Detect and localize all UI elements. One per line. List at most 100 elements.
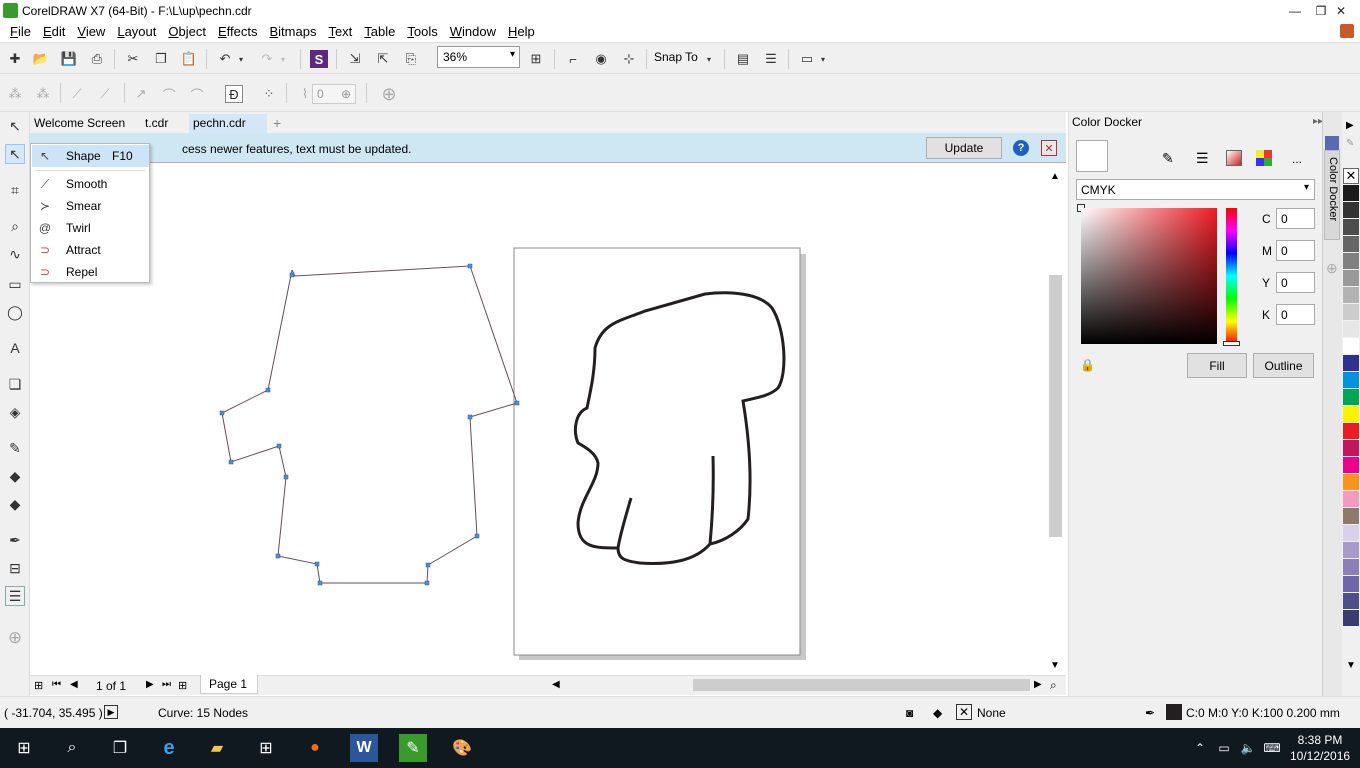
palette-swatch[interactable] — [1343, 508, 1359, 524]
previous-page-icon[interactable]: ◀ — [70, 679, 78, 690]
tab-pechn-cdr[interactable]: pechn.cdr — [189, 114, 267, 133]
scroll-right-icon[interactable]: ▶ — [1034, 679, 1042, 690]
menu-file[interactable]: File — [4, 22, 37, 42]
paint-icon[interactable]: 🎨 — [448, 734, 476, 762]
tab-t-cdr[interactable]: t.cdr — [141, 114, 172, 133]
palette-swatch[interactable] — [1343, 440, 1359, 456]
scroll-down-icon[interactable]: ▼ — [1050, 660, 1060, 671]
import-icon[interactable]: ⇲ — [346, 50, 364, 68]
scroll-left-icon[interactable]: ◀ — [552, 679, 560, 690]
to-curve-icon[interactable]: ⌒ — [160, 85, 178, 103]
add-page-before-icon[interactable]: ⊞ — [34, 679, 43, 692]
menu-tools[interactable]: Tools — [401, 22, 443, 42]
flyout-item-repel[interactable]: ⊃ Repel — [32, 261, 149, 283]
menu-help[interactable]: Help — [502, 22, 541, 42]
undo-dropdown-icon[interactable]: ▾ — [236, 50, 246, 68]
add-tool-icon[interactable]: ⊕ — [5, 628, 25, 648]
color-field[interactable] — [1081, 208, 1217, 344]
word-icon[interactable]: W — [350, 734, 378, 762]
paste-icon[interactable]: 📋 — [180, 50, 198, 68]
store-icon[interactable]: ⊞ — [252, 734, 280, 762]
palette-swatch[interactable] — [1343, 253, 1359, 269]
menu-view[interactable]: View — [71, 22, 111, 42]
selected-curve-outline[interactable] — [221, 265, 518, 584]
palette-swatch[interactable] — [1343, 321, 1359, 337]
join-nodes-icon[interactable]: ⟋ — [68, 85, 86, 103]
freehand-tool-icon[interactable]: ∿ — [5, 244, 25, 264]
next-page-icon[interactable]: ▶ — [146, 679, 154, 690]
to-line-icon[interactable]: ↗ — [132, 85, 150, 103]
no-color-swatch[interactable]: ✕ — [1343, 168, 1359, 184]
show-rulers-icon[interactable]: ⌐ — [564, 50, 582, 68]
shape-tool-icon[interactable]: ↖ — [5, 144, 25, 164]
page-tab[interactable]: Page 1 — [200, 675, 258, 694]
menu-bitmaps[interactable]: Bitmaps — [263, 22, 322, 42]
palette-swatch[interactable] — [1343, 457, 1359, 473]
ellipse-tool-icon[interactable]: ◯ — [5, 302, 25, 322]
menu-window[interactable]: Window — [444, 22, 502, 42]
fill-bucket-icon[interactable]: ◆ — [933, 706, 942, 720]
palette-swatch[interactable] — [1343, 219, 1359, 235]
palette-swatch[interactable] — [1343, 236, 1359, 252]
flyout-item-attract[interactable]: ⊃ Attract — [32, 239, 149, 261]
add-docker-icon[interactable]: ⊕ — [1326, 260, 1338, 277]
snap-to-button[interactable]: Snap To — [654, 50, 698, 64]
cut-icon[interactable]: ✂ — [124, 50, 142, 68]
palette-scroll-down-icon[interactable]: ▼ — [1346, 660, 1356, 671]
search-icon[interactable]: ⌕ — [58, 734, 86, 762]
palette-swatch[interactable] — [1343, 355, 1359, 371]
menu-table[interactable]: Table — [358, 22, 401, 42]
options-icon[interactable]: ☰ — [762, 50, 780, 68]
flyout-item-smooth[interactable]: ⟋ Smooth — [32, 173, 149, 195]
add-toolbar-icon[interactable]: ⊕ — [380, 84, 398, 104]
navigator-zoom-icon[interactable]: ⌕ — [1050, 678, 1057, 693]
open-icon[interactable]: 📂 — [32, 50, 50, 68]
palette-swatch[interactable] — [1343, 185, 1359, 201]
outline-pen-icon[interactable]: ✒ — [5, 530, 25, 550]
firefox-icon[interactable]: ● — [301, 734, 329, 762]
rectangle-tool-icon[interactable]: ▭ — [5, 274, 25, 294]
palette-swatch[interactable] — [1343, 593, 1359, 609]
help-icon[interactable]: ? — [1013, 140, 1029, 156]
curve-smoothness-field[interactable]: 0 ⊕ — [312, 84, 356, 104]
close-icon[interactable]: ✕ — [1041, 140, 1057, 156]
coreldraw-taskbar-icon[interactable]: ✎ — [399, 734, 427, 762]
palette-swatch[interactable] — [1343, 389, 1359, 405]
palette-swatch[interactable] — [1343, 423, 1359, 439]
palette-swatch[interactable] — [1343, 372, 1359, 388]
eyedropper-icon[interactable]: ✎ — [1162, 150, 1174, 167]
drop-shadow-tool-icon[interactable]: ❏ — [5, 374, 25, 394]
color-sliders-icon[interactable]: ☰ — [1196, 150, 1209, 167]
launcher-dropdown-icon[interactable]: ▾ — [818, 50, 828, 68]
palette-swatch[interactable] — [1343, 474, 1359, 490]
zoom-level-field[interactable]: 36% ▾ — [437, 46, 520, 68]
close-button[interactable]: ✕ — [1322, 0, 1360, 22]
tray-chevron-icon[interactable]: ⌃ — [1190, 734, 1210, 762]
horizontal-scroll-thumb[interactable] — [693, 679, 1030, 691]
export-icon[interactable]: ⇱ — [374, 50, 392, 68]
document-color-icon[interactable]: ◙ — [906, 706, 913, 720]
crop-tool-icon[interactable]: ⌗ — [5, 180, 25, 200]
palette-swatch[interactable] — [1343, 287, 1359, 303]
palette-swatch[interactable] — [1343, 491, 1359, 507]
fill-button[interactable]: Fill — [1187, 353, 1247, 378]
start-icon[interactable]: ⊞ — [10, 734, 38, 762]
channel-m-field[interactable]: 0 — [1276, 240, 1315, 261]
palette-swatch[interactable] — [1343, 304, 1359, 320]
palette-eyedropper-icon[interactable]: ✎ — [1346, 138, 1354, 149]
first-page-icon[interactable]: ⏮ — [52, 679, 61, 690]
menu-edit[interactable]: Edit — [37, 22, 71, 42]
transparency-tool-icon[interactable]: ◈ — [5, 402, 25, 422]
palette-swatch[interactable] — [1343, 270, 1359, 286]
publish-pdf-icon[interactable]: ⎘ — [402, 50, 420, 68]
hue-slider[interactable] — [1226, 208, 1237, 344]
add-nodes-icon[interactable]: ⁂ — [6, 85, 24, 103]
play-icon[interactable]: ▶ — [104, 705, 118, 719]
menu-effects[interactable]: Effects — [212, 22, 264, 42]
full-screen-preview-icon[interactable]: ⊞ — [527, 50, 545, 68]
last-page-icon[interactable]: ⏭ — [162, 679, 171, 690]
palette-swatch[interactable] — [1343, 525, 1359, 541]
cusp-node-icon[interactable]: ⌒ — [188, 85, 206, 103]
new-document-icon[interactable]: ✚ — [6, 50, 24, 68]
smart-fill-tool-icon[interactable]: ◆ — [5, 494, 25, 514]
